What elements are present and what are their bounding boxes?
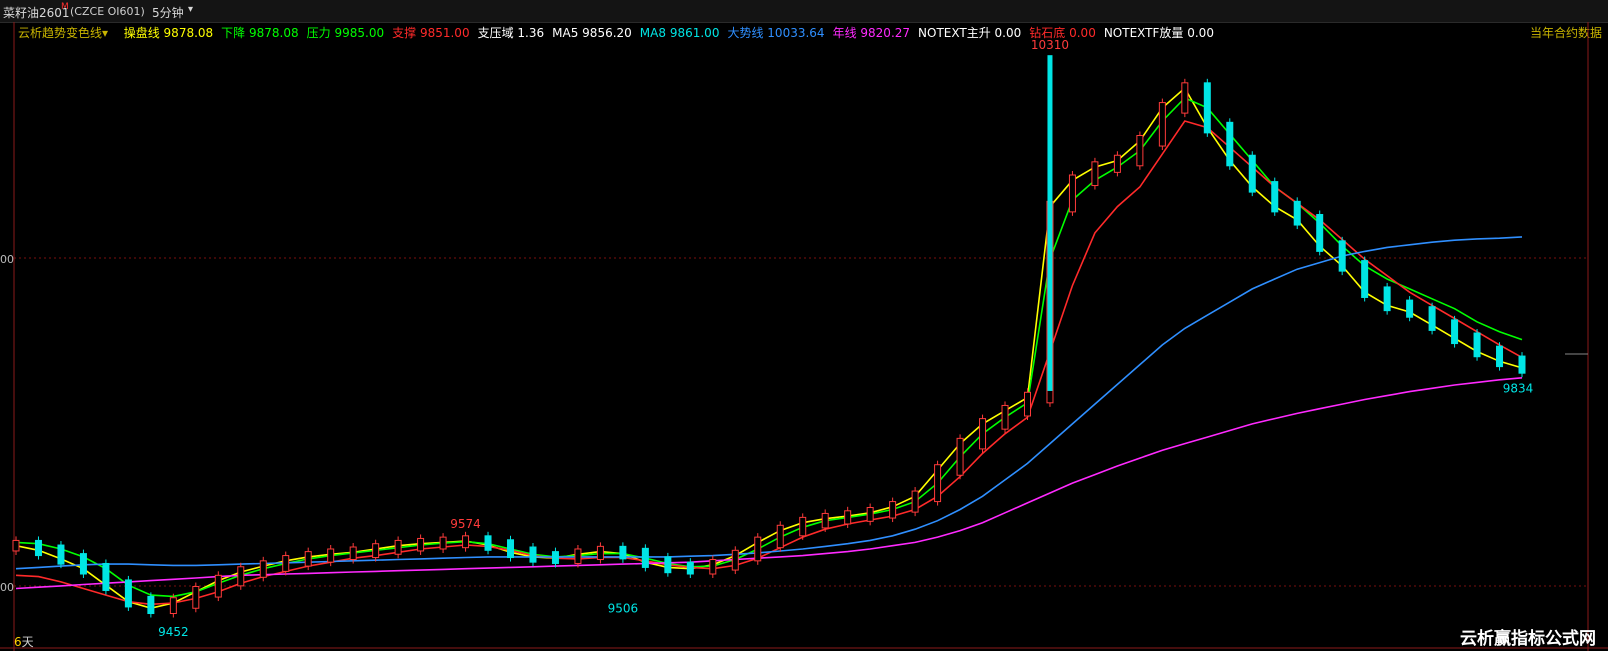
candle-body [1406, 299, 1414, 318]
candle-body [34, 539, 42, 557]
candle-body [1023, 391, 1031, 417]
candle-body [641, 547, 649, 568]
candle-body [1226, 121, 1234, 167]
candle-body [596, 545, 604, 561]
candle-body [57, 544, 65, 565]
candle-body [439, 536, 447, 550]
candle-body [686, 561, 694, 575]
price-annotation: 9452 [158, 625, 189, 639]
candle-body [192, 586, 200, 609]
candle-body [327, 548, 335, 563]
candle-body [709, 559, 717, 575]
candle-body [529, 546, 537, 563]
candle-body [1181, 82, 1189, 114]
candle-body [1496, 345, 1504, 368]
price-annotation: 9834 [1503, 382, 1534, 396]
candle-body [1428, 306, 1436, 331]
candle-body [304, 551, 312, 567]
candle-body [1203, 82, 1211, 134]
candle-body [1473, 332, 1481, 358]
candle-body [619, 545, 627, 560]
watermark-text: 云析赢指标公式网 [1460, 629, 1596, 649]
days-count: 6 [14, 635, 22, 649]
price-annotation: 10310 [1031, 38, 1069, 52]
candle-body [799, 516, 807, 537]
candle-body [664, 556, 672, 574]
candle-body [259, 560, 267, 578]
price-annotation: 9506 [608, 602, 639, 616]
candle-body [372, 543, 380, 559]
candle-body [754, 536, 762, 562]
candle-body [394, 539, 402, 555]
days-unit: 天 [21, 635, 34, 649]
candle-body [417, 537, 425, 552]
candle-body [844, 510, 852, 525]
candle-body [147, 595, 155, 615]
candle-body [507, 539, 515, 559]
candle-body [1001, 404, 1009, 430]
candle-body [866, 507, 874, 522]
candle-body [1316, 214, 1324, 252]
series-line [15, 86, 1523, 610]
candle-body [979, 418, 987, 450]
candle-body [1361, 260, 1369, 298]
candle-body [237, 566, 245, 587]
spike-candle [1047, 55, 1053, 391]
candle-body [1293, 200, 1301, 226]
candle-body [731, 549, 739, 571]
candle-body [574, 548, 582, 564]
price-annotation: 9574 [450, 517, 481, 531]
candle-body [1383, 286, 1391, 312]
candle-body [349, 546, 357, 561]
candle-body [1248, 154, 1256, 193]
candle-body [1518, 355, 1526, 374]
candle-body [776, 524, 784, 549]
candle-body [1271, 181, 1279, 213]
series-line [15, 236, 1523, 570]
price-chart[interactable]: 10310 9574 9506 9452 9834 [0, 0, 1608, 651]
candle-body [551, 551, 559, 564]
days-label: 6天 [14, 633, 34, 650]
candle-body [1158, 102, 1166, 147]
candle-body [12, 539, 20, 552]
candle-body [821, 512, 829, 529]
candle-body [1338, 240, 1346, 272]
candle-body [1451, 319, 1459, 345]
series-line [15, 120, 1523, 606]
candle-body [462, 535, 470, 549]
candle-body [889, 501, 897, 519]
candle-body [956, 437, 964, 476]
candle-body [124, 579, 132, 608]
candle-body [1068, 174, 1076, 213]
series-line [15, 97, 1523, 598]
candle-body [214, 574, 222, 598]
candle-body [169, 597, 177, 615]
candle-body [484, 535, 492, 551]
candle-body [1113, 154, 1121, 173]
series-line [15, 377, 1523, 590]
candle-body [1136, 134, 1144, 167]
candle-body [102, 562, 110, 591]
candle-body [282, 555, 290, 572]
candle-body [79, 553, 87, 575]
candle-body [911, 490, 919, 513]
candle-body [1091, 161, 1099, 187]
candle-body [934, 464, 942, 503]
chart-window: 菜籽油2601 M (CZCE OI601) 5分钟 ▾ 云析趋势变色线▾ 操盘… [0, 0, 1608, 651]
